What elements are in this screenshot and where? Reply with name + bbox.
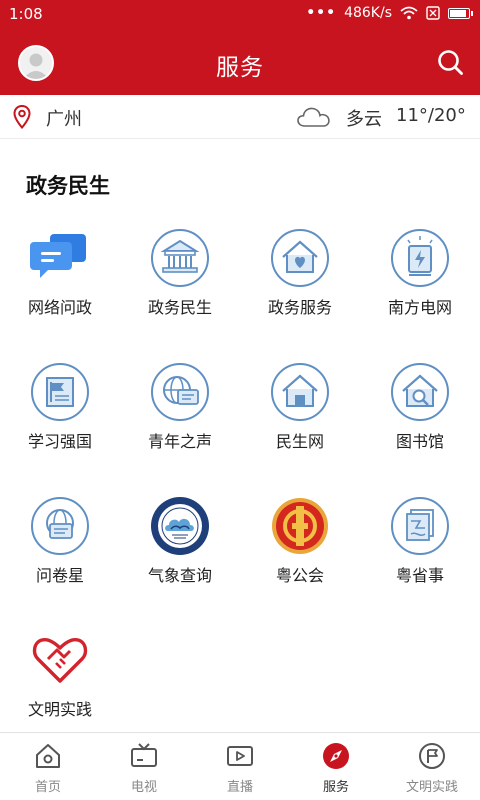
service-item-zhengwu-fuwu[interactable]: 政务服务 [240,228,360,338]
section-title: 政务民生 [26,174,110,198]
cloud-icon [297,107,330,127]
heart-handshake-icon [32,637,88,683]
document-stack-icon [391,497,449,555]
service-item-tushuguan[interactable]: 图书馆 [360,362,480,472]
service-label: 粤省事 [395,566,444,585]
nav-label: 直播 [226,780,253,795]
city-name: 广州 [46,109,82,130]
nav-label: 文明实践 [405,780,458,795]
service-label: 政务民生 [147,298,212,317]
tv-icon [131,743,157,767]
nav-item-service[interactable]: 服务 [288,733,384,800]
compass-icon [323,743,349,769]
service-label: 青年之声 [147,432,212,451]
nav-item-civilization[interactable]: 文明实践 [384,733,480,800]
service-label: 图书馆 [395,432,444,451]
service-label: 学习强国 [27,432,92,451]
service-item-wangluo-wenzheng[interactable]: 网络问政 [0,228,120,338]
location-pin-icon [13,105,31,129]
service-item-yue-gonghui[interactable]: 粤公会 [240,496,360,606]
nav-item-home[interactable]: 首页 [0,733,96,800]
service-label: 问卷星 [35,566,84,585]
service-label: 民生网 [275,432,324,451]
nav-label: 首页 [34,780,61,795]
weather-bureau-logo [151,497,209,555]
service-item-wenming-shijian[interactable]: 文明实践 [0,630,120,740]
flag-document-icon [31,363,89,421]
bottom-navigation: 首页 电视 直播 服务 文明实践 [0,732,480,800]
weather-condition: 多云 [346,109,382,130]
service-item-xuexi-qiangguo[interactable]: 学习强国 [0,362,120,472]
service-item-zhengwu-minsheng[interactable]: 政务民生 [120,228,240,338]
wifi-icon [400,6,418,20]
service-label: 粤公会 [275,566,324,585]
trade-union-logo [272,498,328,554]
service-label: 南方电网 [387,298,452,317]
service-label: 气象查询 [147,566,212,585]
nav-item-tv[interactable]: 电视 [96,733,192,800]
title-bar: 服务 [0,30,480,95]
globe-survey-icon [31,497,89,555]
service-item-qixiang-chaxun[interactable]: 气象查询 [120,496,240,606]
house-search-icon [391,363,449,421]
status-bar: 1:08 ••• 486K/s [0,0,480,30]
government-building-icon [151,229,209,287]
more-dots-icon: ••• [306,5,337,21]
home-icon [36,744,60,768]
globe-chat-icon [151,363,209,421]
nav-label: 电视 [130,780,157,795]
location-weather-bar[interactable]: 广州 多云 11°/20° [0,95,480,139]
nav-item-live[interactable]: 直播 [192,733,288,800]
service-item-nanfang-dianwang[interactable]: 南方电网 [360,228,480,338]
nav-label: 服务 [322,780,349,795]
service-label: 文明实践 [27,700,92,719]
chat-bubbles-icon [30,234,86,278]
service-item-minsheng-wang[interactable]: 民生网 [240,362,360,472]
battery-icon [448,7,473,19]
status-time: 1:08 [9,5,43,23]
network-speed: 486K/s [344,5,392,21]
page-title: 服务 [216,55,264,81]
service-item-wenjuanxing[interactable]: 问卷星 [0,496,120,606]
live-video-icon [227,746,253,766]
service-label: 网络问政 [27,298,92,317]
service-item-yue-shengshi[interactable]: 粤省事 [360,496,480,606]
search-icon[interactable] [436,48,464,76]
service-item-qingnian-zhisheng[interactable]: 青年之声 [120,362,240,472]
temperature-range: 11°/20° [396,105,466,126]
house-icon [271,363,329,421]
house-heart-icon [271,229,329,287]
electricity-icon [391,229,449,287]
service-label: 政务服务 [267,298,332,317]
app-header: 1:08 ••• 486K/s 服务 [0,0,480,95]
sim-icon [426,6,440,20]
flag-badge-icon [419,743,445,769]
status-icons: ••• 486K/s [306,5,473,21]
